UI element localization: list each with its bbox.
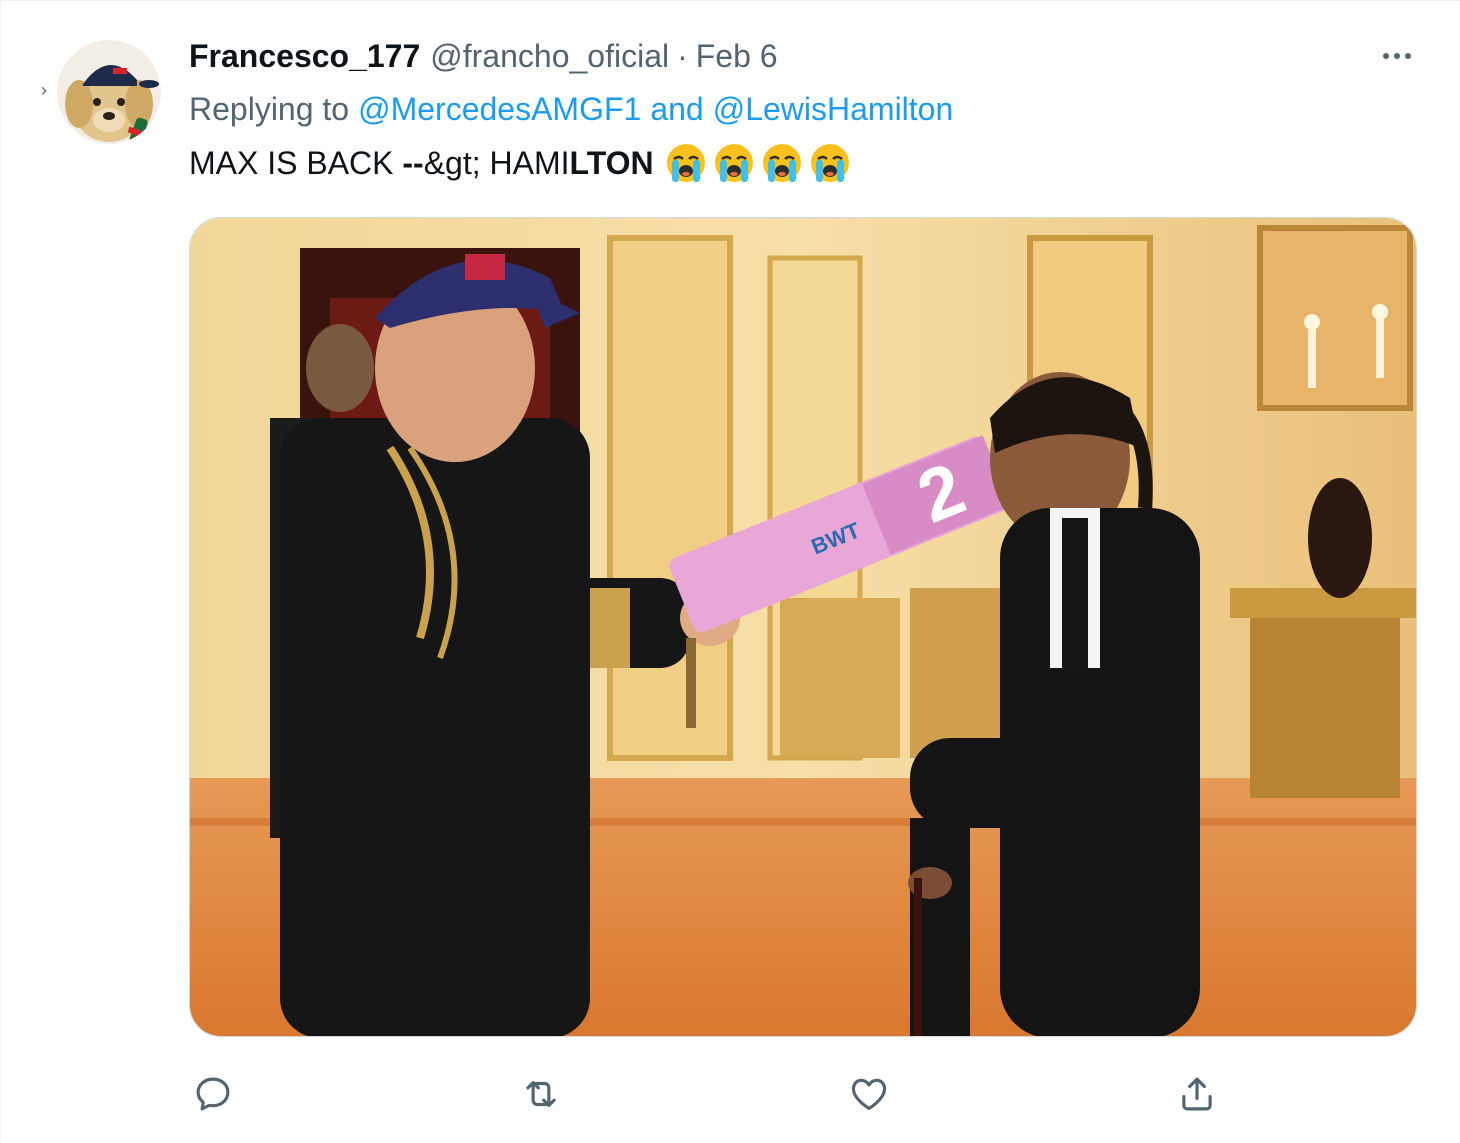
mention-mercedes[interactable]: @MercedesAMGF1: [358, 91, 641, 128]
tweet-date[interactable]: Feb 6: [696, 38, 778, 75]
loudly-crying-face-icon: [762, 144, 801, 182]
retweet-icon: [526, 1081, 556, 1107]
reply-button[interactable]: [189, 1066, 237, 1122]
more-icon-dot: [1405, 53, 1411, 59]
loudly-crying-face-icon: [714, 144, 753, 182]
loudly-crying-face-icon: [666, 144, 705, 182]
loudly-crying-face-icon: [810, 144, 849, 182]
mention-hamilton[interactable]: @LewisHamilton: [713, 91, 954, 128]
tweet-card[interactable]: › Francesco_177 @francho_oficial · Feb 6: [0, 0, 1460, 1143]
photo-illustration: 2 BWT: [190, 218, 1416, 1036]
avatar-image: [57, 40, 161, 144]
user-handle[interactable]: @francho_oficial: [430, 38, 669, 75]
reply-icon: [196, 1077, 230, 1111]
emoji-group: [664, 141, 852, 185]
like-button[interactable]: [845, 1066, 893, 1122]
retweet-button[interactable]: [517, 1066, 565, 1122]
more-options-button[interactable]: [1375, 40, 1419, 72]
top-divider: [1, 0, 1460, 1]
more-icon-dot: [1394, 53, 1400, 59]
tweet-action-bar: [189, 1066, 1249, 1122]
stray-mark: ›: [41, 80, 47, 100]
share-button[interactable]: [1173, 1066, 1221, 1122]
avatar[interactable]: [57, 40, 161, 144]
tweet-text-bold-dashes: --: [402, 144, 424, 181]
tweet-media-photo[interactable]: 2 BWT: [189, 217, 1417, 1037]
tweet-text-regular: MAX IS BACK: [189, 144, 403, 181]
tweet-text-entity: &gt; HAMI: [423, 144, 570, 181]
tweet-text: MAX IS BACK -- &gt; HAMI LTON: [189, 140, 852, 186]
share-icon: [1182, 1077, 1212, 1111]
replying-joiner[interactable]: and: [650, 91, 703, 128]
replying-prefix: Replying to: [189, 90, 350, 127]
more-icon: [1383, 53, 1389, 59]
tweet-header: Francesco_177 @francho_oficial · Feb 6: [189, 36, 778, 76]
heart-icon: [851, 1078, 887, 1110]
header-separator: ·: [677, 37, 688, 74]
tweet-text-bold-ending: LTON: [569, 144, 654, 181]
replying-to-line: Replying to @MercedesAMGF1 and @LewisHam…: [189, 88, 953, 130]
display-name[interactable]: Francesco_177: [189, 38, 420, 75]
